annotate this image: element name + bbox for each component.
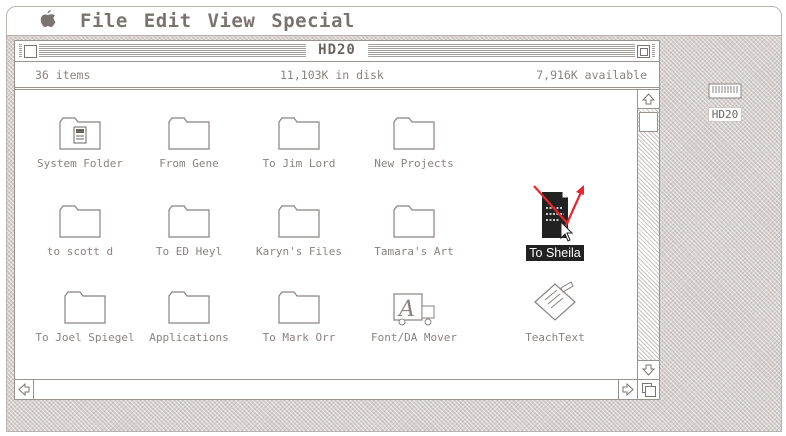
vertical-scroll-thumb[interactable]	[639, 112, 658, 132]
icon-tamaras-art[interactable]: Tamara's Art	[359, 202, 469, 259]
vertical-scroll-track[interactable]	[638, 109, 659, 360]
zoom-box[interactable]	[637, 45, 650, 58]
icon-to-jim-lord[interactable]: To Jim Lord	[249, 114, 349, 171]
system-folder-icon	[59, 117, 101, 150]
folder-icon	[393, 117, 435, 150]
folder-icon	[278, 117, 320, 150]
icon-label: New Projects	[374, 157, 454, 170]
teachtext-icon	[534, 281, 576, 321]
icon-to-sheila[interactable]: To Sheila	[500, 184, 610, 261]
icon-label: To ED Heyl	[155, 245, 223, 258]
apple-icon[interactable]	[40, 9, 56, 33]
icon-font-da-mover[interactable]: A Font/DA Mover	[359, 288, 469, 345]
icon-new-projects[interactable]: New Projects	[359, 114, 469, 171]
font-da-mover-icon: A	[393, 293, 435, 326]
vertical-scrollbar[interactable]	[637, 90, 659, 379]
desktop-disk-icon[interactable]: HD20	[695, 83, 755, 122]
window-content: System Folder From Gene To Jim Lord New …	[15, 90, 637, 379]
size-box-icon[interactable]	[637, 379, 659, 399]
horizontal-scrollbar[interactable]	[15, 379, 637, 399]
icon-to-ed-heyl[interactable]: To ED Heyl	[139, 202, 239, 259]
menu-bar: File Edit View Special	[7, 7, 781, 36]
scroll-right-arrow-icon[interactable]	[618, 380, 637, 399]
info-bar: 36 items 11,103K in disk 7,916K availabl…	[15, 62, 659, 88]
folder-icon	[278, 291, 320, 324]
icon-label: To Jim Lord	[262, 157, 336, 170]
icon-teachtext[interactable]: TeachText	[500, 278, 610, 345]
disk-available: 7,916K available	[536, 68, 647, 82]
icon-label: Font/DA Mover	[370, 331, 458, 344]
folder-icon	[168, 117, 210, 150]
icon-applications[interactable]: Applications	[139, 288, 239, 345]
svg-text:A: A	[397, 297, 415, 322]
icon-to-scott-d[interactable]: to scott d	[30, 202, 130, 259]
icon-label: Applications	[149, 331, 229, 344]
icon-system-folder[interactable]: System Folder	[30, 114, 130, 171]
icon-to-joel-spiegel[interactable]: To Joel Spiegel	[30, 288, 140, 345]
icon-label: To Joel Spiegel	[35, 331, 135, 344]
icon-label: To Mark Orr	[262, 331, 336, 344]
icon-label: Karyn's Files	[255, 245, 343, 258]
menu-edit[interactable]: Edit	[144, 10, 192, 32]
finder-window: HD20 36 items 11,103K in disk 7,916K ava…	[14, 40, 660, 400]
hard-disk-icon	[708, 83, 742, 99]
icon-label: TeachText	[525, 331, 585, 344]
menu-file[interactable]: File	[80, 10, 128, 32]
folder-icon	[64, 291, 106, 324]
icon-label-selected: To Sheila	[526, 245, 584, 261]
window-title: HD20	[306, 42, 368, 58]
document-icon	[533, 185, 584, 242]
disk-used: 11,103K in disk	[280, 68, 384, 82]
icon-label: System Folder	[36, 157, 124, 170]
icon-label: to scott d	[46, 245, 114, 258]
scroll-down-arrow-icon[interactable]	[638, 360, 659, 379]
menu-view[interactable]: View	[208, 10, 256, 32]
folder-icon	[278, 205, 320, 238]
folder-icon	[59, 205, 101, 238]
menu-special[interactable]: Special	[271, 10, 355, 32]
icon-label: Tamara's Art	[374, 245, 454, 258]
desktop: File Edit View Special HD20 36 items 11,…	[6, 6, 782, 432]
scroll-up-arrow-icon[interactable]	[638, 90, 659, 109]
item-count: 36 items	[35, 68, 91, 82]
folder-icon	[393, 205, 435, 238]
scroll-left-arrow-icon[interactable]	[15, 380, 34, 399]
title-bar[interactable]: HD20	[15, 41, 659, 62]
folder-icon	[168, 205, 210, 238]
icon-label: From Gene	[159, 157, 219, 170]
folder-icon	[168, 291, 210, 324]
icon-karyns-files[interactable]: Karyn's Files	[249, 202, 349, 259]
icon-from-gene[interactable]: From Gene	[139, 114, 239, 171]
desktop-disk-label: HD20	[707, 107, 743, 122]
close-box[interactable]	[24, 45, 37, 58]
icon-to-mark-orr[interactable]: To Mark Orr	[249, 288, 349, 345]
